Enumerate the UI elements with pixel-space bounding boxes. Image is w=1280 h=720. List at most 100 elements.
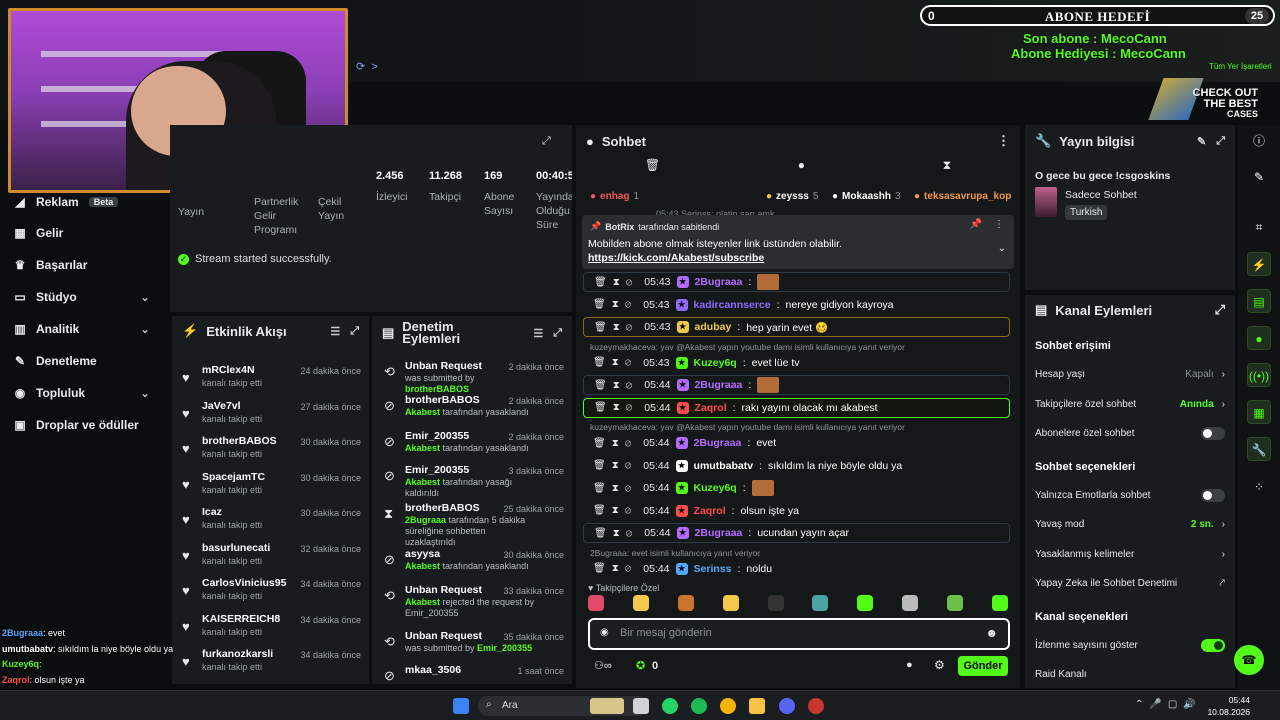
message-user[interactable]: Zaqrol — [694, 505, 726, 517]
nav-analitik[interactable]: ▥ Analitik — [14, 319, 79, 339]
chevron-down-icon[interactable]: ⌄ — [998, 243, 1006, 254]
support-icon[interactable]: ☎ — [1234, 645, 1264, 675]
chat-message[interactable]: 🗑⧗⊘ 05:44 ★ umutbabatv: sıkıldım la niye böy… — [583, 456, 1010, 476]
message-tools-icon[interactable]: 🗑⧗⊘ — [593, 438, 637, 449]
opt-ai-moderation[interactable]: Yapay Zeka ile Sohbet Denetimi ⤤ — [1035, 575, 1225, 591]
feed-item[interactable]: ♥ mRClex4N kanalı takip etti 24 dakika önce — [180, 364, 363, 400]
emote-icon[interactable] — [677, 595, 694, 611]
message-user[interactable]: umutbabatv — [694, 460, 754, 472]
chevron-down-icon[interactable]: ⌄ — [140, 290, 150, 304]
more-icon[interactable]: ⋮ — [997, 133, 1010, 149]
start-icon[interactable] — [453, 698, 469, 714]
opt-show-viewcount[interactable]: İzlenme sayısını göster — [1035, 637, 1225, 653]
message-tools-icon[interactable]: 🗑⧗⊘ — [593, 299, 637, 310]
subs-only-toggle[interactable] — [1201, 426, 1225, 440]
chat-message[interactable]: 🗑⧗⊘ 05:44 ★ Zaqrol: olsun işte ya — [583, 501, 1010, 521]
moderation-item[interactable]: ⧗ brotherBABOS 2Bugraaa tarafından 5 dakik… — [380, 502, 566, 547]
send-button[interactable]: Gönder — [958, 656, 1008, 676]
message-tools-icon[interactable]: 🗑⧗⊘ — [593, 505, 637, 516]
expand-icon[interactable]: ⤢ — [1216, 135, 1225, 148]
leaderboard-entry[interactable]: ● enhag 1 — [590, 191, 639, 202]
message-tools-icon[interactable]: 🗑⧗⊘ — [593, 563, 637, 574]
emote-icon[interactable] — [812, 595, 829, 611]
nav-topluluk[interactable]: ◉ Topluluk — [14, 383, 85, 403]
feed-item[interactable]: ♥ brotherBABOS kanalı takip etti 30 dakika … — [180, 435, 363, 471]
chevron-down-icon[interactable]: ⌄ — [140, 386, 150, 400]
emoji-icon[interactable]: ☻ — [985, 626, 998, 640]
clock[interactable]: 05:44 10.08.2026 — [1207, 694, 1250, 718]
opt-banned-words[interactable]: Yasaklanmış kelimeler › — [1035, 546, 1225, 562]
chat-message[interactable]: 🗑⧗⊘ 05:44 ★ 2Bugraaa: evet — [583, 433, 1010, 453]
apps-icon[interactable]: ⁘ — [1247, 475, 1271, 499]
moderation-item[interactable]: ⟲ Unban Request Akabest rejected the reque… — [380, 584, 566, 624]
feed-item[interactable]: ♥ SpacejamTC kanalı takip etti 30 dakika ön… — [180, 471, 363, 507]
opt-followers-only[interactable]: Takipçilere özel sohbet Anında › — [1035, 396, 1225, 412]
chat-message[interactable]: 🗑⧗⊘ 05:43 ★ kadircannserce: nereye gidiyon k… — [583, 295, 1010, 315]
pin-icon[interactable]: 📌 — [970, 219, 982, 230]
message-tools-icon[interactable]: 🗑⧗⊘ — [594, 528, 638, 539]
opt-account-age[interactable]: Hesap yaşı Kapalı › — [1035, 366, 1225, 382]
message-user[interactable]: 2Bugraaa — [695, 379, 743, 391]
viewcount-toggle[interactable] — [1201, 638, 1225, 652]
nav-droplar[interactable]: ▣ Droplar ve ödüller — [14, 415, 138, 435]
chat-input[interactable] — [620, 627, 960, 639]
message-user[interactable]: 2Bugraaa — [695, 276, 743, 288]
expand-icon[interactable]: ⤢ — [553, 327, 562, 340]
emote-icon[interactable] — [588, 595, 604, 611]
leaderboard-entry[interactable]: ● teksasavrupa_kop — [914, 191, 1015, 202]
message-tools-icon[interactable]: 🗑⧗⊘ — [593, 460, 637, 471]
leaderboard-entry[interactable]: ● Mokaashh 3 — [832, 191, 901, 202]
expand-icon[interactable]: ⤢ — [1215, 302, 1225, 318]
clipboard-icon[interactable]: ▤ — [1247, 289, 1271, 313]
message-user[interactable]: 2Bugraaa — [695, 527, 743, 539]
broadcast-icon[interactable]: ((•)) — [1247, 363, 1271, 387]
moderation-item[interactable]: ⊘ brotherBABOS Akabest tarafından yasaklan… — [380, 394, 566, 434]
chat-message[interactable]: 🗑⧗⊘ 05:44 ★ Zaqrol: rakı yayını olacak mı ak… — [583, 397, 1010, 418]
gear-icon[interactable]: ⚙ — [934, 658, 945, 672]
emote-icon[interactable] — [947, 595, 963, 611]
nav-studyo[interactable]: ▭ Stüdyo — [14, 287, 76, 307]
emote-icon[interactable] — [902, 595, 919, 611]
expand-icon[interactable]: ⤢ — [350, 325, 359, 338]
nav-reklam[interactable]: ◢ Reklam Beta — [14, 192, 119, 212]
widget-icon[interactable] — [590, 698, 624, 714]
chat-icon[interactable]: ● — [1247, 326, 1271, 350]
emote-icon[interactable] — [991, 595, 1008, 611]
message-user[interactable]: 2Bugraaa — [694, 437, 742, 449]
message-tools-icon[interactable]: 🗑⧗⊘ — [594, 322, 638, 333]
tray-icons[interactable]: ⌃🎤▢🔊 — [1135, 699, 1202, 710]
filter-icon[interactable]: ☰ — [533, 327, 543, 340]
nav-basarilar[interactable]: ♛ Başarılar — [14, 255, 88, 275]
chat-message[interactable]: 🗑⧗⊘ 05:44 ★ Kuzey6q: — [583, 478, 1010, 498]
edit-icon[interactable]: ✎ — [1247, 165, 1271, 189]
chat-tab-icon[interactable]: ● — [798, 158, 805, 180]
feed-item[interactable]: ♥ furkanozkarsli kanalı takip etti 34 dakik… — [180, 648, 363, 684]
message-user[interactable]: Serinss — [694, 563, 732, 575]
edit-icon[interactable]: ✎ — [1197, 135, 1206, 148]
expand-icon[interactable]: ⤢ — [542, 135, 551, 148]
feed-item[interactable]: ♥ JaVe7vl kanalı takip etti 27 dakika önce — [180, 400, 363, 436]
emote-icon[interactable] — [722, 595, 739, 611]
emote-icon[interactable] — [857, 595, 874, 611]
emote-icon[interactable] — [632, 595, 649, 611]
chat-input-box[interactable]: ◉ ☻ — [588, 618, 1010, 650]
moderation-item[interactable]: ⊘ Emir_200355 Akabest tarafından yasağı ka… — [380, 464, 566, 504]
pinned-link[interactable]: https://kick.com/Akabest/subscribe — [588, 252, 764, 264]
feed-item[interactable]: ♥ CarlosVinicius95 kanalı takip etti 34 dak… — [180, 577, 363, 613]
chat-message[interactable]: 🗑⧗⊘ 05:43 ★ Kuzey6q: evet lüe tv — [583, 353, 1010, 373]
chat-message[interactable]: 🗑⧗⊘ 05:44 ★ Serinss: noldu — [583, 559, 1010, 579]
chat-message[interactable]: 🗑⧗⊘ 05:44 ★ 2Bugraaa: ucundan yayın açar — [583, 523, 1010, 543]
hourglass-icon[interactable]: ⧗ — [943, 158, 951, 180]
whatsapp-icon[interactable] — [662, 698, 678, 714]
info-icon[interactable]: ⓘ — [1247, 129, 1271, 153]
browser-nav-icon[interactable]: ⟳ > — [356, 60, 378, 73]
message-user[interactable]: adubay — [695, 321, 732, 333]
trash-icon[interactable]: 🗑 — [645, 158, 660, 180]
message-user[interactable]: Kuzey6q — [694, 357, 737, 369]
message-tools-icon[interactable]: 🗑⧗⊘ — [593, 357, 637, 368]
link-icon[interactable]: ⚇∞ — [594, 659, 612, 672]
lightning-icon[interactable]: ⚡ — [1247, 252, 1271, 276]
feed-item[interactable]: ♥ KAISERREICH8 kanalı takip etti 34 dakika … — [180, 613, 363, 649]
discord-icon[interactable] — [779, 698, 795, 714]
taskview-icon[interactable] — [633, 698, 649, 714]
